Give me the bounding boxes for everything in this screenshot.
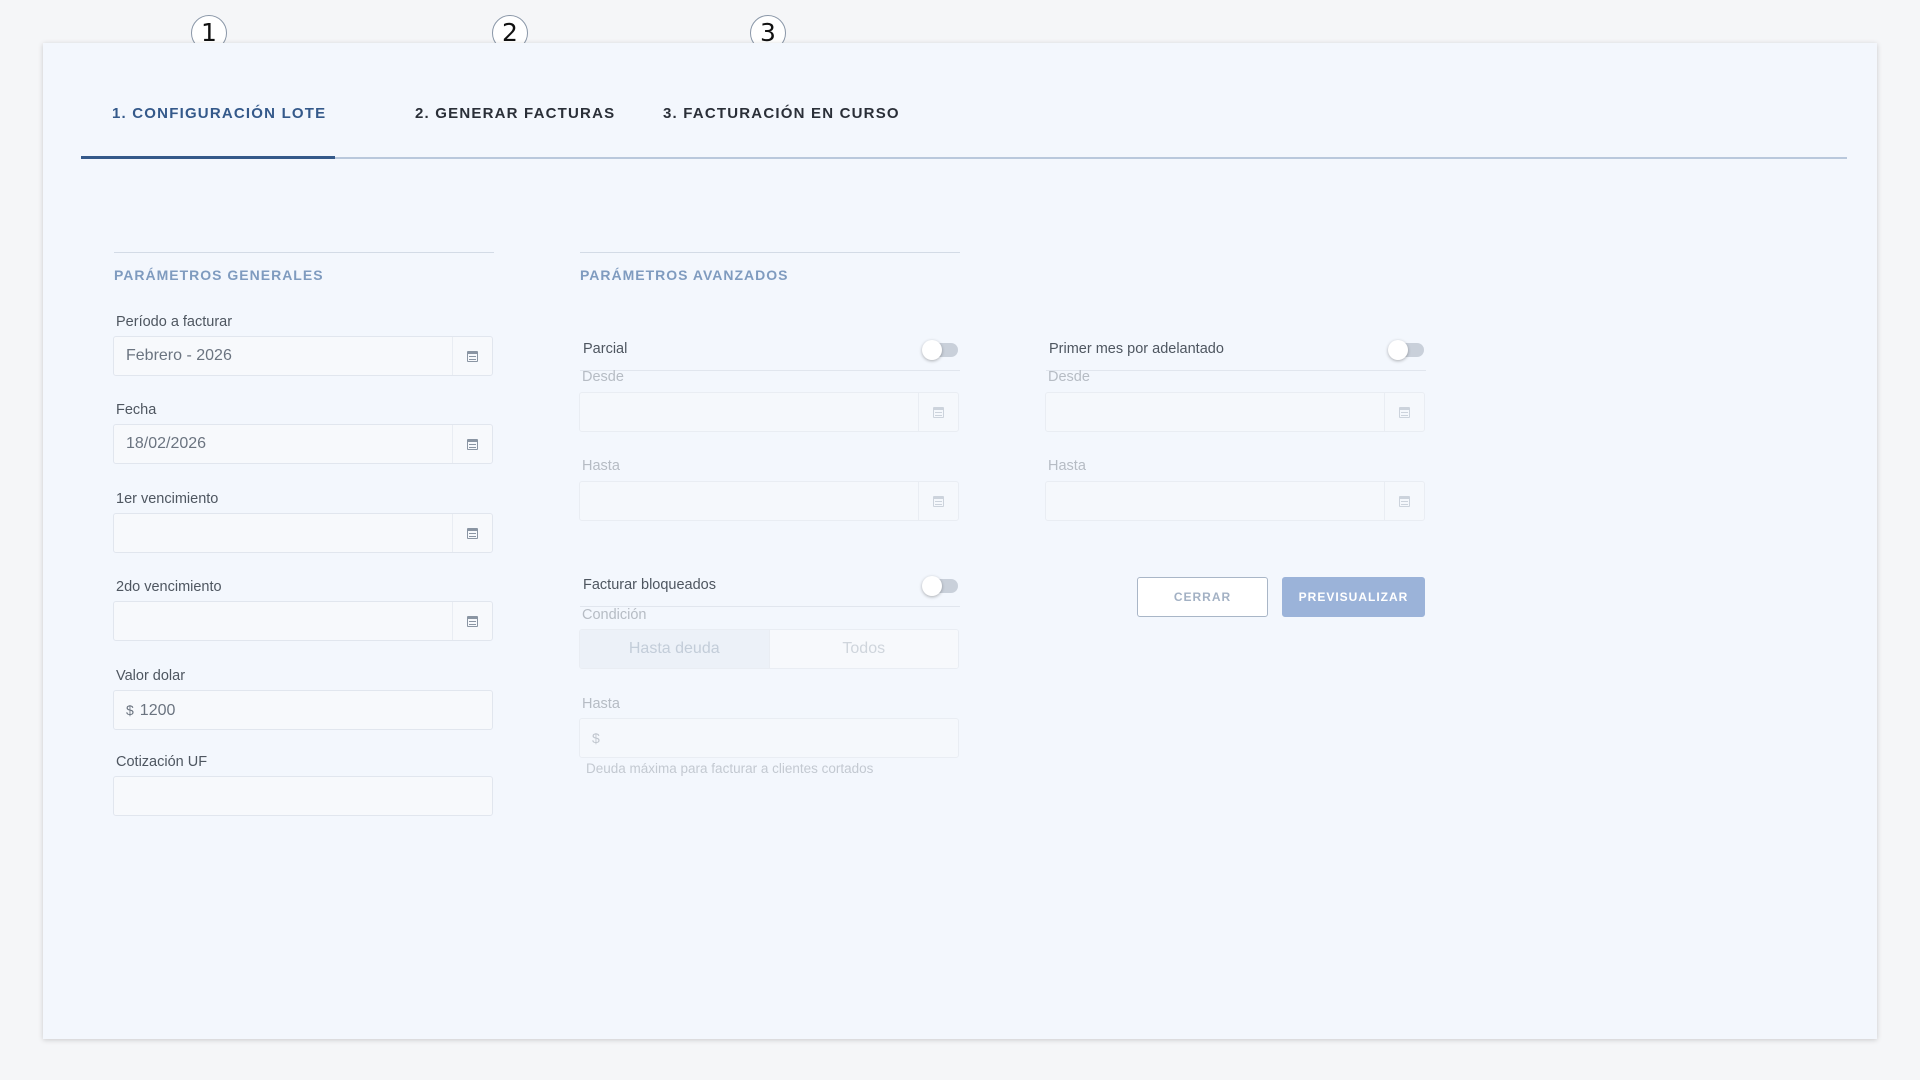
primer-mes-hasta-label: Hasta	[1048, 458, 1086, 474]
parcial-hasta-label: Hasta	[582, 458, 620, 474]
calendar-icon[interactable]	[452, 514, 492, 552]
primer-mes-label: Primer mes por adelantado	[1049, 341, 1224, 357]
calendar-icon[interactable]	[452, 337, 492, 375]
hasta-deuda-input[interactable]: $	[579, 718, 959, 758]
primer-mes-toggle[interactable]	[1388, 340, 1424, 360]
parcial-label: Parcial	[583, 341, 628, 357]
calendar-icon[interactable]	[1384, 482, 1424, 520]
dolar-input[interactable]: $1200	[113, 690, 493, 730]
hasta-deuda-hint: Deuda máxima para facturar a clientes co…	[586, 761, 874, 776]
parcial-desde-label: Desde	[582, 369, 624, 385]
dolar-value: 1200	[139, 702, 176, 719]
venc2-label: 2do vencimiento	[116, 579, 222, 595]
uf-input[interactable]	[113, 776, 493, 816]
bloqueados-toggle[interactable]	[922, 576, 958, 596]
periodo-input[interactable]: Febrero - 2026	[113, 336, 493, 376]
condicion-segmented: Hasta deuda Todos	[579, 629, 959, 669]
parcial-desde-input[interactable]	[579, 392, 959, 432]
periodo-value: Febrero - 2026	[126, 347, 232, 364]
tab-facturacion-en-curso[interactable]: 3. FACTURACIÓN EN CURSO	[663, 105, 900, 122]
bloqueados-row: Facturar bloqueados	[580, 563, 960, 607]
dolar-label: Valor dolar	[116, 668, 186, 684]
primer-mes-row: Primer mes por adelantado	[1046, 327, 1426, 371]
venc1-input[interactable]	[113, 513, 493, 553]
condicion-option-hasta-deuda[interactable]: Hasta deuda	[580, 630, 769, 668]
fecha-label: Fecha	[116, 402, 157, 418]
parcial-toggle[interactable]	[922, 340, 958, 360]
calendar-icon[interactable]	[918, 393, 958, 431]
calendar-icon[interactable]	[1384, 393, 1424, 431]
currency-prefix: $	[126, 702, 134, 718]
bloqueados-label: Facturar bloqueados	[583, 577, 716, 593]
primer-mes-desde-label: Desde	[1048, 369, 1090, 385]
calendar-icon[interactable]	[918, 482, 958, 520]
section-title-general: PARÁMETROS GENERALES	[114, 252, 494, 283]
condicion-option-todos[interactable]: Todos	[768, 630, 958, 668]
calendar-icon[interactable]	[452, 602, 492, 640]
hasta-deuda-label: Hasta	[582, 696, 620, 712]
uf-label: Cotización UF	[116, 754, 208, 770]
section-title-advanced: PARÁMETROS AVANZADOS	[580, 252, 960, 283]
currency-prefix: $	[592, 730, 600, 746]
fecha-value: 18/02/2026	[126, 435, 207, 452]
close-button[interactable]: CERRAR	[1137, 577, 1268, 617]
calendar-icon[interactable]	[452, 425, 492, 463]
stepper-tabs: 1. CONFIGURACIÓN LOTE 2. GENERAR FACTURA…	[81, 43, 1847, 159]
parcial-hasta-input[interactable]	[579, 481, 959, 521]
parcial-row: Parcial	[580, 327, 960, 371]
primer-mes-desde-input[interactable]	[1045, 392, 1425, 432]
condicion-label: Condición	[582, 607, 647, 623]
fecha-input[interactable]: 18/02/2026	[113, 424, 493, 464]
active-tab-indicator	[81, 156, 335, 159]
billing-batch-card: 1. CONFIGURACIÓN LOTE 2. GENERAR FACTURA…	[43, 43, 1877, 1039]
tab-generar-facturas[interactable]: 2. GENERAR FACTURAS	[415, 105, 615, 122]
periodo-label: Período a facturar	[116, 314, 233, 330]
preview-button[interactable]: PREVISUALIZAR	[1282, 577, 1425, 617]
venc1-label: 1er vencimiento	[116, 491, 219, 507]
primer-mes-hasta-input[interactable]	[1045, 481, 1425, 521]
tab-configuracion-lote[interactable]: 1. CONFIGURACIÓN LOTE	[112, 105, 326, 122]
venc2-input[interactable]	[113, 601, 493, 641]
